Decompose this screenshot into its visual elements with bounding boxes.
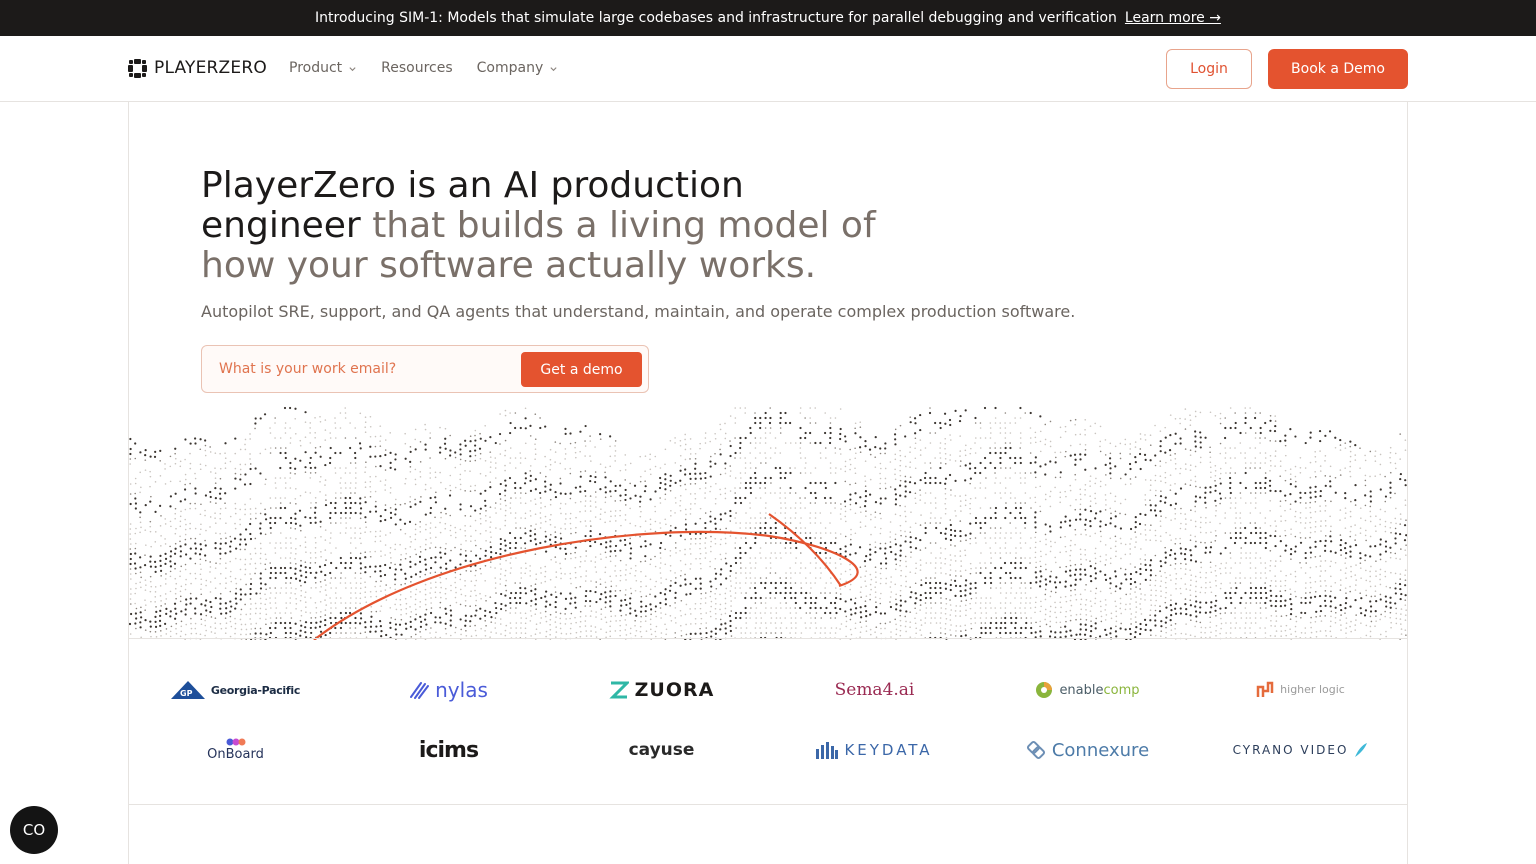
learn-more-link[interactable]: Learn more → [1125,10,1221,26]
nav-resources[interactable]: Resources [381,60,453,76]
logo-text: higher logic [1280,683,1345,696]
nav-company-label: Company [476,60,544,76]
logo-text: KEYDATA [844,741,933,759]
email-form: Get a demo [201,345,649,393]
connexure-mark-icon [1026,740,1045,760]
logo-connexure: Connexure [981,740,1194,761]
logo-text: icims [418,737,479,763]
nav-product-label: Product [289,60,343,76]
onboard-dots-icon [226,738,245,746]
onboard-stack: OnBoard [207,738,264,762]
logo-text: CYRANO VIDEO [1232,743,1349,757]
keydata-bars-icon [816,742,839,759]
work-email-input[interactable] [203,347,513,391]
logo-text: ZUORA [634,679,715,701]
chat-widget-button[interactable]: CO [10,806,58,854]
announcement-text: Introducing SIM-1: Models that simulate … [315,10,1117,26]
playerzero-logo-icon [128,58,147,78]
hero-subtitle: Autopilot SRE, support, and QA agents th… [201,302,1076,321]
logo-text: cayuse [628,740,695,760]
nav-resources-label: Resources [381,60,453,76]
logo-cyrano-video: CYRANO VIDEO [1194,742,1407,758]
georgia-pacific-mark-icon: GP [170,681,205,699]
logo-icims: icims [342,738,555,763]
chat-widget-label: CO [22,821,46,839]
logo-row: OnBoard icims cayuse KEYDATA Connexure C… [129,720,1407,780]
login-button[interactable]: Login [1166,49,1252,89]
zuora-mark-icon [609,681,629,699]
feather-icon [1355,743,1368,757]
dotted-terrain-illustration [129,406,1407,640]
hero-title: PlayerZero is an AI production engineer … [201,166,901,286]
logo-higher-logic: higher logic [1194,681,1407,699]
logo-enablecomp: enablecomp [981,681,1194,699]
logo-keydata: KEYDATA [768,741,981,759]
logo-text: nylas [435,678,488,702]
nav-links: Product Resources Company [289,60,558,76]
logo-row: GP Georgia-Pacific nylas ZUORA Sema4.ai … [129,660,1407,720]
logo-text: OnBoard [207,747,264,762]
get-demo-button[interactable]: Get a demo [521,352,642,387]
nav-product[interactable]: Product [289,60,357,76]
brand-name: PLAYERZERO [154,58,267,78]
top-nav: PLAYERZERO Product Resources Company Log… [0,36,1536,102]
enablecomp-mark-icon [1036,682,1053,698]
customer-logos: GP Georgia-Pacific nylas ZUORA Sema4.ai … [129,660,1407,780]
nylas-mark-icon [410,682,430,699]
logo-zuora: ZUORA [555,679,768,701]
higher-logic-mark-icon [1256,681,1274,697]
logo-nylas: nylas [342,678,555,702]
chevron-down-icon [349,66,356,71]
book-demo-button[interactable]: Book a Demo [1268,49,1408,89]
announcement-bar: Introducing SIM-1: Models that simulate … [0,0,1536,36]
nav-company[interactable]: Company [477,60,559,76]
logo-text: Sema4.ai [834,680,915,700]
logo-georgia-pacific: GP Georgia-Pacific [129,681,342,699]
divider [128,638,1408,639]
divider [128,804,1408,805]
brand-logo[interactable]: PLAYERZERO [128,58,267,78]
chevron-down-icon [550,66,557,71]
logo-text: enablecomp [1059,682,1140,698]
logo-onboard: OnBoard [129,738,342,762]
logo-text: Georgia-Pacific [210,683,301,697]
logo-cayuse: cayuse [555,740,768,760]
logo-text: Connexure [1051,739,1150,761]
logo-sema4: Sema4.ai [768,680,981,700]
